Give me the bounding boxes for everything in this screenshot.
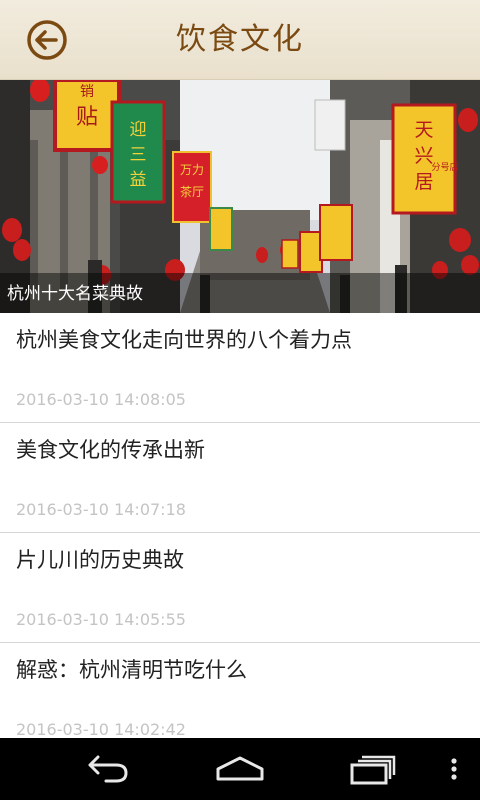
nav-back-button[interactable] bbox=[82, 749, 132, 789]
nav-home-button[interactable] bbox=[212, 749, 268, 789]
nav-menu-button[interactable] bbox=[444, 749, 464, 789]
recent-apps-icon bbox=[350, 755, 396, 785]
article-timestamp: 2016-03-10 14:05:55 bbox=[16, 610, 186, 629]
screen: 饮食文化 贴 销 迎 三 益 万力 茶厅 天 兴 居 分号店 杭州十大名菜典故 … bbox=[0, 0, 480, 800]
article-title: 片儿川的历史典故 bbox=[16, 548, 184, 572]
list-item[interactable]: 美食文化的传承出新 2016-03-10 14:07:18 bbox=[0, 423, 480, 533]
list-item[interactable]: 片儿川的历史典故 2016-03-10 14:05:55 bbox=[0, 533, 480, 643]
list-item[interactable]: 杭州美食文化走向世界的八个着力点 2016-03-10 14:08:05 bbox=[0, 313, 480, 423]
banner-caption: 杭州十大名菜典故 bbox=[7, 284, 143, 304]
back-nav-icon bbox=[88, 755, 128, 783]
list-item[interactable]: 解惑：杭州清明节吃什么 2016-03-10 14:02:42 bbox=[0, 643, 480, 753]
app-header: 饮食文化 bbox=[0, 0, 480, 80]
nav-recent-apps-button[interactable] bbox=[348, 749, 400, 789]
svg-text:分号店: 分号店 bbox=[431, 161, 458, 173]
svg-text:茶厅: 茶厅 bbox=[180, 184, 204, 199]
article-title: 美食文化的传承出新 bbox=[16, 438, 205, 462]
svg-text:益: 益 bbox=[130, 170, 147, 190]
article-list: 杭州美食文化走向世界的八个着力点 2016-03-10 14:08:05 美食文… bbox=[0, 313, 480, 753]
featured-banner[interactable]: 贴 销 迎 三 益 万力 茶厅 天 兴 居 分号店 杭州十大名菜典故 bbox=[0, 80, 480, 313]
page-title: 饮食文化 bbox=[176, 22, 304, 57]
home-nav-icon bbox=[216, 756, 264, 781]
svg-text:居: 居 bbox=[414, 171, 433, 193]
svg-text:销: 销 bbox=[80, 84, 94, 100]
article-timestamp: 2016-03-10 14:08:05 bbox=[16, 390, 186, 409]
menu-overflow-icon bbox=[451, 758, 457, 780]
svg-text:三: 三 bbox=[130, 145, 147, 165]
article-title: 杭州美食文化走向世界的八个着力点 bbox=[16, 328, 352, 352]
system-nav-bar bbox=[0, 738, 480, 800]
svg-text:天: 天 bbox=[414, 119, 433, 141]
svg-text:贴: 贴 bbox=[76, 105, 98, 130]
svg-text:迎: 迎 bbox=[130, 120, 147, 140]
svg-text:万力: 万力 bbox=[180, 163, 204, 177]
article-timestamp: 2016-03-10 14:07:18 bbox=[16, 500, 186, 519]
article-title: 解惑：杭州清明节吃什么 bbox=[16, 658, 247, 682]
